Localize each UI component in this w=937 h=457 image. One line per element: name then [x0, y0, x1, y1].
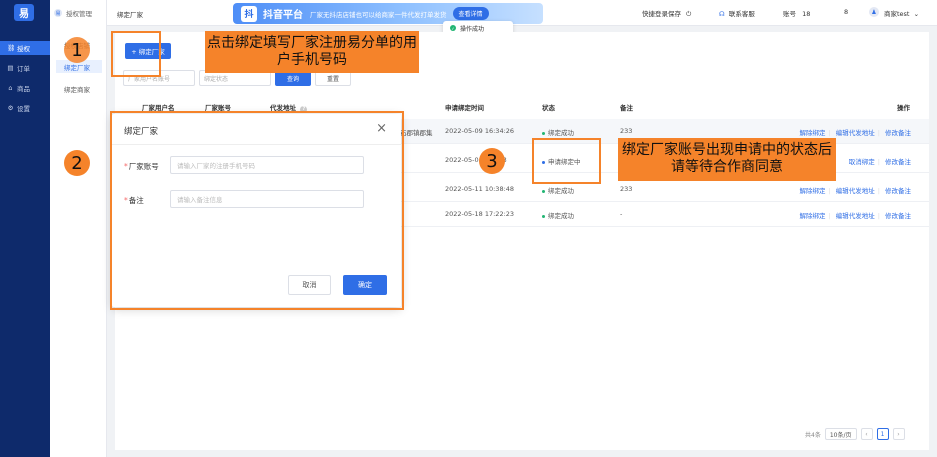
next-page-button[interactable]: ›	[892, 428, 905, 440]
unbind-link[interactable]: 解除绑定	[799, 187, 825, 195]
avatar[interactable]: ♟	[869, 7, 879, 17]
remark-cell: 233	[620, 185, 633, 193]
contact-support[interactable]: ☊ 联系客服	[719, 8, 755, 18]
step1-number: 1	[64, 37, 90, 63]
link-icon: ⛓	[7, 43, 16, 52]
gear-icon: ⚙	[7, 103, 14, 112]
sidebar-item-label: 订单	[17, 65, 30, 73]
account-info: 账号 18	[783, 10, 811, 18]
douyin-logo-icon: 抖	[241, 5, 257, 22]
apply-time-cell: 2022-05-18 17:22:23	[445, 210, 515, 218]
status-cell: 绑定成功	[542, 127, 574, 137]
headset-icon: ☊	[719, 10, 725, 18]
edit-remark-link[interactable]: 修改备注	[885, 129, 911, 137]
col-header-remark: 备注	[620, 104, 633, 112]
total-count: 共4条	[805, 431, 821, 439]
promo-text: 厂家无抖店店铺也可以给商家一件代发打单发货	[310, 10, 447, 19]
edit-remark-link[interactable]: 修改备注	[885, 187, 911, 195]
apply-time-cell: 2022-05-11 10:38:48	[445, 185, 515, 193]
pagination: 共4条 10条/页 ‹ 1 ›	[805, 428, 905, 440]
top-bar: 绑定厂家 抖 抖音平台 厂家无抖店店铺也可以给商家一件代发打单发货 查看详情 快…	[107, 0, 937, 26]
sidebar-item-auth[interactable]: ⛓ 授权	[0, 41, 50, 55]
prev-page-button[interactable]: ‹	[860, 428, 873, 440]
col-header-status: 状态	[542, 104, 555, 112]
step3-callout: 绑定厂家账号出现申请中的状态后请等待合作商同意	[618, 138, 836, 181]
main-sidebar: 易 ⛓ 授权 ▤ 订单 ⌂ 商品 ⚙ 设置	[0, 0, 50, 457]
sidebar-item-label: 商品	[17, 85, 30, 93]
step2-number: 2	[64, 150, 90, 176]
sidebar-item-label: 设置	[17, 105, 30, 113]
chevron-down-icon: ⌄	[913, 10, 920, 18]
step3-number: 3	[479, 148, 505, 174]
row-actions: 解除绑定 | 编辑代发地址 | 修改备注	[799, 187, 911, 195]
app-logo[interactable]: 易	[14, 4, 34, 21]
unbind-link[interactable]: 解除绑定	[799, 212, 825, 220]
edit-address-link[interactable]: 编辑代发地址	[836, 187, 875, 195]
status-cell: 绑定成功	[542, 210, 574, 220]
edit-address-link[interactable]: 编辑代发地址	[836, 212, 875, 220]
status-dot	[542, 214, 545, 218]
row-actions: 解除绑定 | 编辑代发地址 | 修改备注	[799, 129, 911, 137]
status-dot	[542, 131, 545, 135]
col-header-actions: 操作	[897, 104, 910, 112]
promo-details-button[interactable]: 查看详情	[452, 7, 489, 20]
sidebar-item-goods[interactable]: ⌂ 商品	[0, 81, 50, 95]
status-cell: 绑定成功	[542, 185, 574, 195]
edit-remark-link[interactable]: 修改备注	[885, 212, 911, 220]
page-number-button[interactable]: 1	[876, 428, 889, 440]
edit-remark-link[interactable]: 修改备注	[885, 158, 911, 166]
unbind-link[interactable]: 解除绑定	[799, 129, 825, 137]
sub-sidebar: 易 授权管理 授权店铺 绑定厂家 绑定商家	[50, 0, 107, 457]
quick-login-save[interactable]: 快捷登录保存 ⏻	[642, 8, 691, 19]
promo-title: 抖音平台	[263, 10, 303, 21]
row-actions: 解除绑定 | 编辑代发地址 | 修改备注	[799, 212, 911, 220]
cancel-bind-link[interactable]: 取消绑定	[849, 158, 875, 166]
page-size-select[interactable]: 10条/页	[824, 428, 857, 440]
subnav-header-label: 授权管理	[66, 10, 92, 18]
page-title: 绑定厂家	[117, 11, 143, 19]
count-badge: 8	[844, 8, 849, 16]
step3-highlight-box	[532, 138, 601, 184]
sidebar-item-orders[interactable]: ▤ 订单	[0, 61, 50, 75]
address-cell: 石郡镇郡集	[400, 129, 433, 137]
apply-time-cell: 2022-05-09 16:34:26	[445, 127, 515, 135]
power-icon: ⏻	[686, 10, 692, 18]
row-actions: 取消绑定 | 修改备注	[848, 158, 911, 166]
status-dot	[542, 189, 545, 193]
step2-highlight-box	[110, 111, 404, 310]
step1-callout: 点击绑定填写厂家注册易分单的用户手机号码	[205, 31, 419, 73]
subnav-item-bind-merchant[interactable]: 绑定商家	[56, 82, 102, 95]
check-icon: ✓	[450, 25, 456, 31]
goods-icon: ⌂	[8, 83, 13, 92]
subnav-header: 易 授权管理	[50, 0, 107, 26]
sidebar-item-label: 授权	[17, 45, 30, 53]
remark-cell: 233	[620, 127, 633, 135]
sidebar-item-settings[interactable]: ⚙ 设置	[0, 101, 50, 115]
step1-highlight-box	[111, 31, 161, 77]
order-icon: ▤	[7, 63, 14, 72]
remark-cell: -	[620, 210, 623, 218]
user-menu[interactable]: 商家test ⌄	[884, 8, 919, 18]
app-mini-icon: 易	[54, 9, 62, 17]
col-header-apply-time: 申请绑定时间	[445, 104, 484, 112]
edit-address-link[interactable]: 编辑代发地址	[836, 129, 875, 137]
